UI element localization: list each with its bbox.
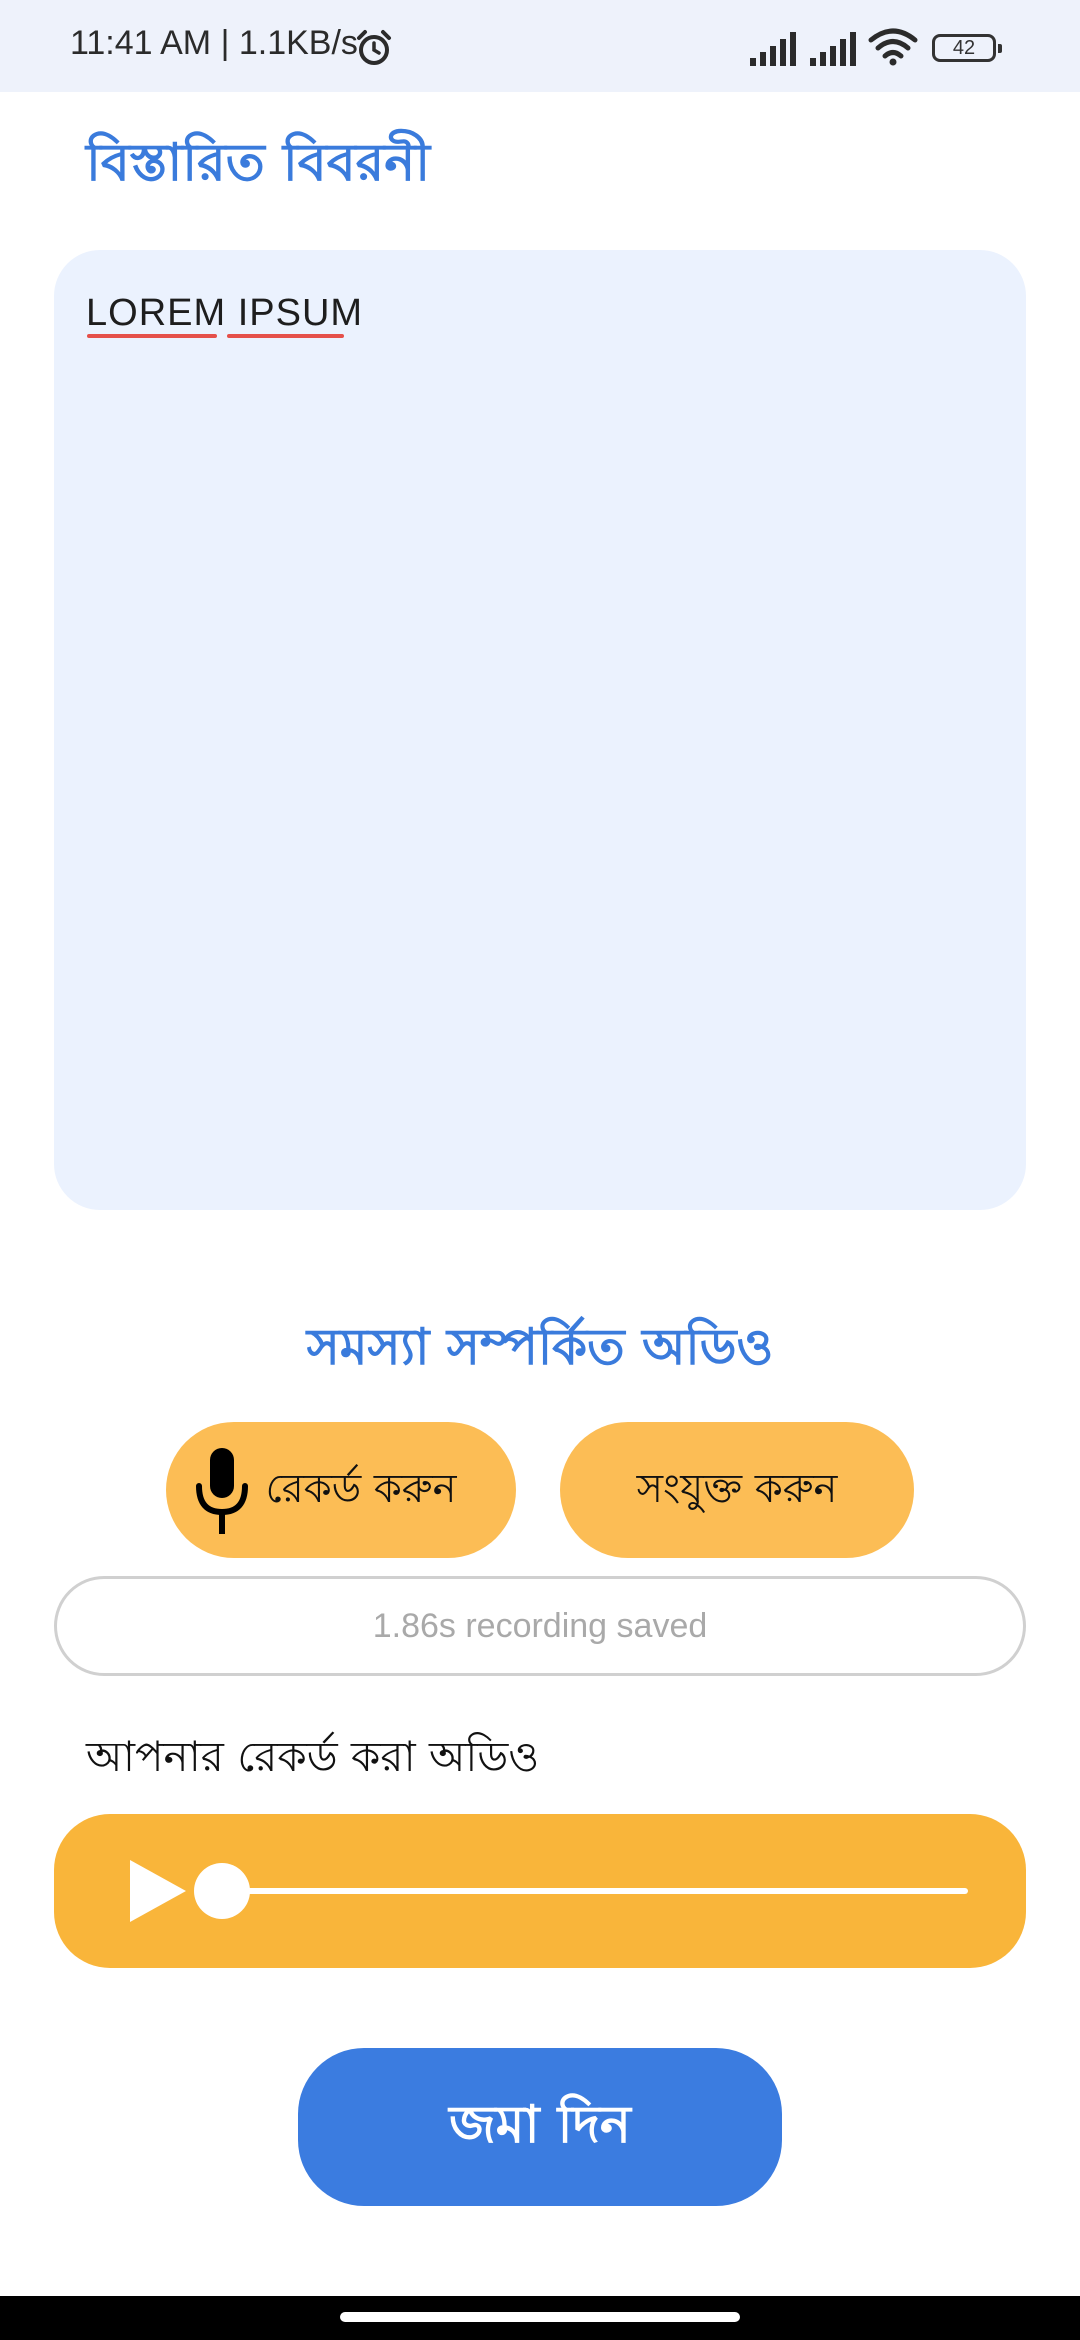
status-time: 11:41 AM | 1.1KB/s — [70, 24, 358, 62]
spellcheck-underline — [227, 334, 344, 338]
spellcheck-underline — [87, 334, 217, 338]
audio-player — [54, 1814, 1026, 1968]
signal-icon — [750, 32, 796, 66]
submit-button-label: জমা দিন — [449, 2094, 631, 2155]
seek-thumb[interactable] — [194, 1863, 250, 1919]
submit-button[interactable]: জমা দিন — [298, 2048, 782, 2206]
seek-track[interactable] — [222, 1888, 968, 1894]
home-indicator[interactable] — [340, 2312, 740, 2322]
microphone-icon — [196, 1448, 248, 1534]
details-title: বিস্তারিত বিবরনী — [86, 133, 431, 193]
play-icon[interactable] — [128, 1858, 188, 1924]
record-button[interactable]: রেকর্ড করুন — [166, 1422, 516, 1558]
wifi-icon — [868, 28, 918, 66]
description-text: LOREM IPSUM — [86, 292, 364, 334]
recording-status-field: 1.86s recording saved — [54, 1576, 1026, 1676]
attach-button-label: সংযুক্ত করুন — [636, 1465, 838, 1512]
battery-icon: 42 — [932, 34, 1002, 62]
description-textarea[interactable]: LOREM IPSUM — [54, 250, 1026, 1210]
signal-icon — [810, 32, 856, 66]
record-button-label: রেকর্ড করুন — [265, 1465, 457, 1512]
alarm-icon — [357, 30, 391, 65]
recording-status-text: 1.86s recording saved — [372, 1606, 708, 1645]
status-bar: 11:41 AM | 1.1KB/s 42 — [0, 0, 1080, 92]
attach-button[interactable]: সংযুক্ত করুন — [560, 1422, 914, 1558]
recorded-audio-label: আপনার রেকর্ড করা অডিও — [86, 1732, 540, 1781]
audio-heading: সমস্যা সম্পর্কিত অডিও — [306, 1318, 774, 1376]
